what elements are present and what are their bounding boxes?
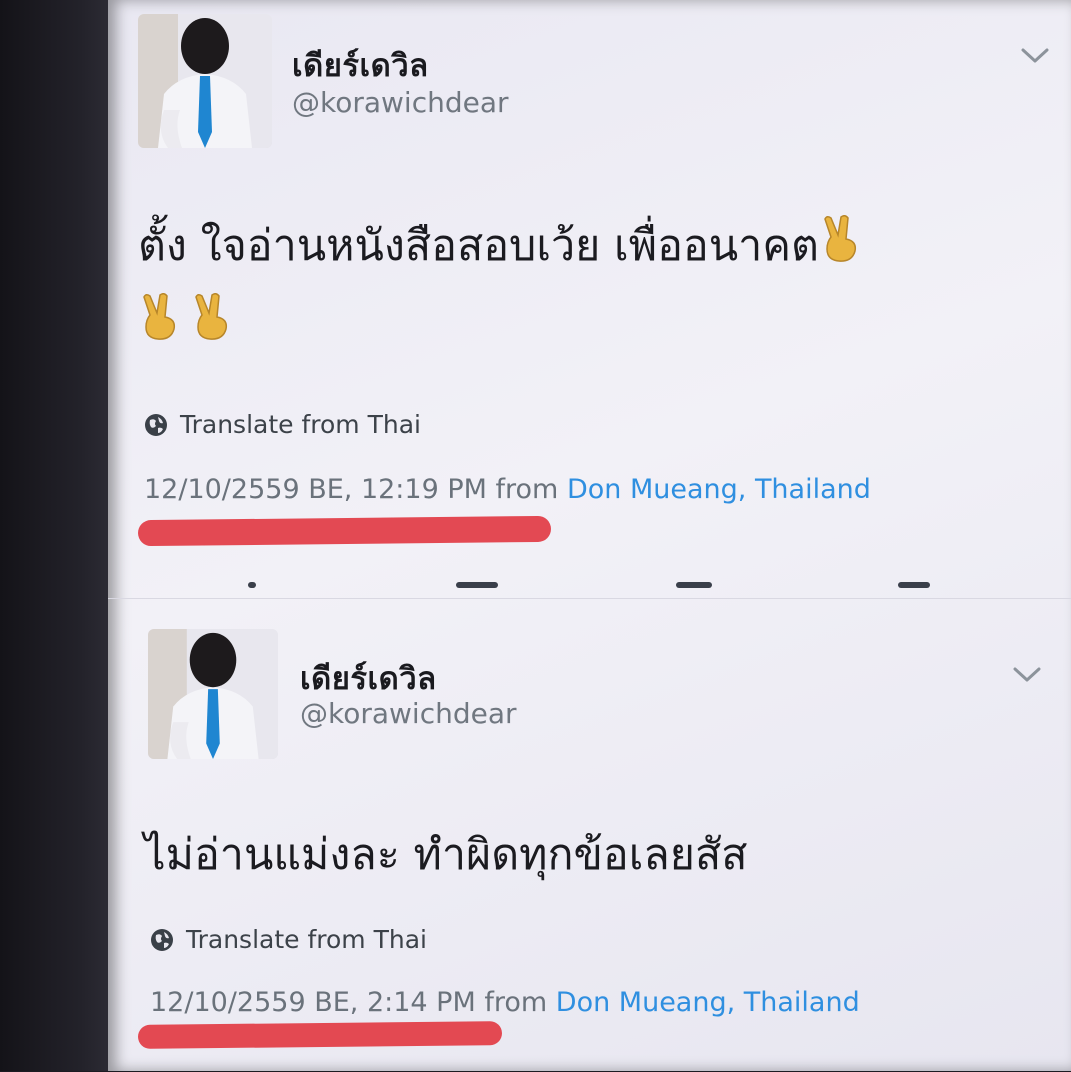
share-icon[interactable] — [898, 582, 930, 588]
victory-hand-emoji — [138, 289, 182, 365]
tweet[interactable]: เดียร์เดวิล @korawichdear ไม่อ่านแม่งละ … — [108, 598, 1071, 1072]
victory-hand-emoji — [819, 211, 863, 287]
location-link[interactable]: Don Mueang, Thailand — [567, 474, 871, 505]
like-icon[interactable] — [676, 582, 712, 588]
timestamp[interactable]: 12/10/2559 BE, 12:19 PM — [144, 474, 487, 505]
translate-button[interactable]: Translate from Thai — [150, 925, 427, 954]
avatar-photo — [138, 14, 272, 148]
reply-icon[interactable] — [248, 582, 256, 588]
tweet-meta: 12/10/2559 BE, 12:19 PM from Don Mueang,… — [144, 474, 871, 505]
globe-icon — [144, 413, 168, 437]
from-label: from — [495, 474, 559, 505]
avatar[interactable] — [148, 629, 278, 759]
chevron-down-icon[interactable] — [1020, 46, 1050, 66]
tweet-text-line: ตั้ง ใจอ่านหนังสือสอบเว้ย เพื่ออนาคต — [138, 221, 819, 271]
annotation-underline — [137, 515, 552, 547]
retweet-icon[interactable] — [456, 582, 498, 588]
timestamp[interactable]: 12/10/2559 BE, 2:14 PM — [150, 987, 476, 1018]
tweet-meta: 12/10/2559 BE, 2:14 PM from Don Mueang, … — [150, 987, 860, 1018]
tweet-actions — [108, 578, 1071, 592]
user-handle[interactable]: @korawichdear — [292, 86, 509, 119]
screen-bezel — [0, 0, 115, 1071]
display-name[interactable]: เดียร์เดวิล — [292, 40, 429, 90]
user-handle[interactable]: @korawichdear — [300, 697, 517, 730]
tweet-text: ไม่อ่านแม่งละ ทำผิดทุกข้อเลยสัส — [144, 830, 748, 880]
globe-icon — [150, 928, 174, 952]
avatar-photo — [148, 629, 278, 759]
translate-label: Translate from Thai — [180, 410, 421, 439]
translate-label: Translate from Thai — [186, 925, 427, 954]
twitter-timeline: เดียร์เดวิล @korawichdear ตั้ง ใจอ่านหนั… — [108, 0, 1071, 1071]
display-name[interactable]: เดียร์เดวิล — [300, 653, 437, 703]
tweet-text: ตั้ง ใจอ่านหนังสือสอบเว้ย เพื่ออนาคต — [138, 208, 988, 365]
annotation-underline — [137, 1021, 503, 1049]
from-label: from — [484, 987, 548, 1018]
avatar[interactable] — [138, 14, 272, 148]
victory-hand-emoji — [190, 289, 234, 365]
location-link[interactable]: Don Mueang, Thailand — [556, 987, 860, 1018]
tweet[interactable]: เดียร์เดวิล @korawichdear ตั้ง ใจอ่านหนั… — [108, 0, 1071, 595]
chevron-down-icon[interactable] — [1012, 665, 1042, 685]
translate-button[interactable]: Translate from Thai — [144, 410, 421, 439]
